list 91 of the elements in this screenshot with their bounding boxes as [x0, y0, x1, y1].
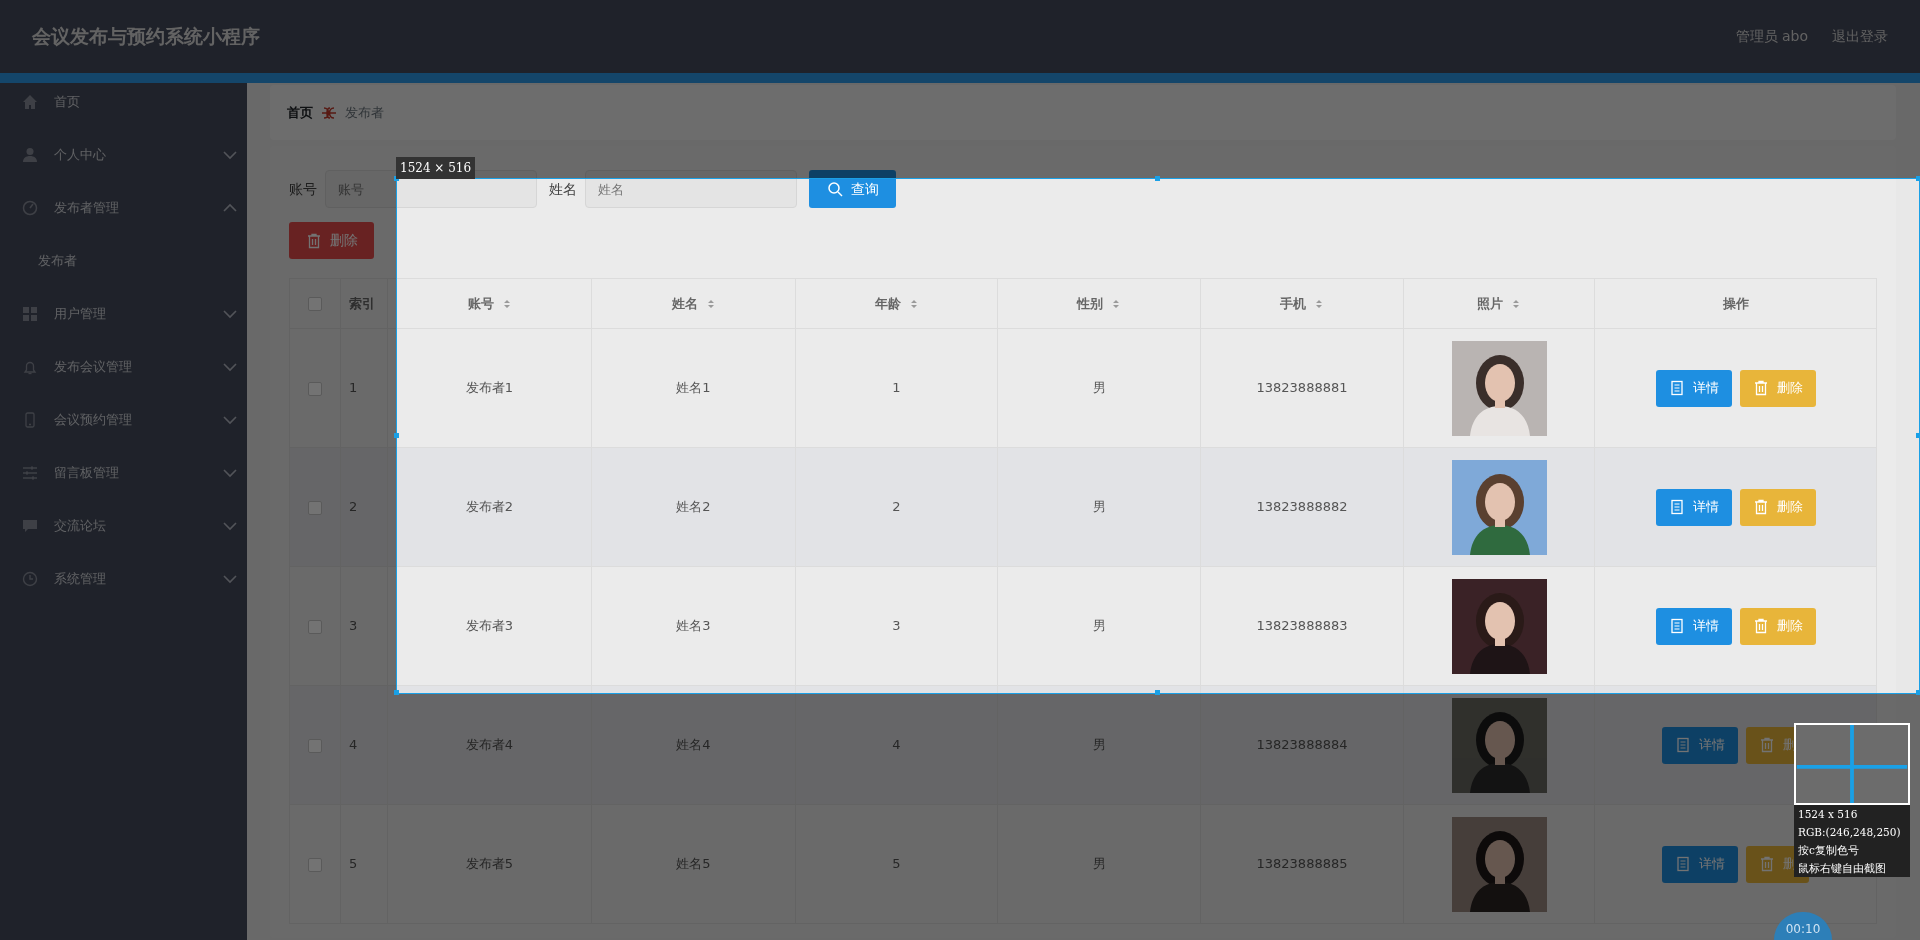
- document-icon: [1668, 618, 1685, 634]
- trash-icon: [1752, 499, 1769, 515]
- table-cell: 发布者5: [465, 856, 514, 872]
- resize-handle[interactable]: [1916, 176, 1920, 181]
- column-header[interactable]: 账号: [467, 293, 494, 314]
- magnifier-info-line: RGB:(246,248,250): [1797, 825, 1902, 840]
- clock-icon: [22, 570, 38, 587]
- table-cell: 13823888881: [1256, 380, 1348, 396]
- trash-icon: [1752, 618, 1769, 634]
- table-cell: 男: [1092, 380, 1106, 396]
- resize-handle[interactable]: [394, 690, 399, 695]
- breadcrumb-link[interactable]: 发布者: [345, 102, 384, 123]
- table-cell: 1: [892, 380, 901, 396]
- column-header[interactable]: 操作: [1722, 293, 1749, 314]
- table-cell: 发布者2: [465, 499, 514, 515]
- table-cell: 发布者3: [465, 618, 514, 634]
- resize-handle[interactable]: [1916, 433, 1920, 438]
- trash-icon: [305, 232, 322, 249]
- table-cell: 发布者1: [465, 380, 514, 396]
- trash-icon: [1759, 856, 1775, 872]
- table-cell: 1: [349, 380, 358, 396]
- detail-button[interactable]: 详情: [1662, 726, 1738, 764]
- row-checkbox[interactable]: [308, 619, 322, 634]
- resize-handle[interactable]: [394, 433, 399, 438]
- query-button[interactable]: 查询: [809, 170, 896, 208]
- delete-button[interactable]: 删除: [1739, 369, 1816, 407]
- search-field[interactable]: 姓名: [585, 170, 797, 208]
- column-header[interactable]: 姓名: [671, 293, 698, 314]
- table-cell: 姓名1: [676, 380, 711, 396]
- field-label: 姓名: [549, 179, 577, 199]
- document-icon: [1675, 737, 1691, 753]
- separator-icon: [321, 104, 337, 121]
- table-cell: 13823888883: [1256, 618, 1348, 634]
- resize-handle[interactable]: [1916, 690, 1920, 695]
- table-cell: 13823888882: [1256, 499, 1348, 515]
- delete-button[interactable]: 删除: [1739, 488, 1816, 526]
- phone-icon: [22, 411, 38, 428]
- trash-icon: [1759, 737, 1775, 753]
- column-header[interactable]: 照片: [1477, 293, 1503, 314]
- table-cell: 姓名5: [676, 856, 711, 872]
- row-checkbox[interactable]: [308, 381, 322, 396]
- table-cell: 2: [892, 499, 901, 515]
- table-cell: 2: [349, 499, 358, 515]
- selection-size-label: 1524 × 516: [396, 157, 476, 179]
- gauge-icon: [22, 199, 38, 216]
- table-cell: 男: [1092, 499, 1106, 515]
- table-cell: 男: [1092, 618, 1106, 634]
- row-checkbox[interactable]: [308, 738, 322, 753]
- delete-button[interactable]: 删除: [289, 222, 374, 259]
- table-cell: 姓名2: [676, 499, 711, 515]
- detail-button[interactable]: 详情: [1655, 369, 1732, 407]
- logout-link[interactable]: 退出登录: [1832, 26, 1888, 47]
- trash-icon: [1752, 380, 1769, 396]
- table-cell: 3: [892, 618, 901, 634]
- resize-handle[interactable]: [1155, 690, 1160, 695]
- row-checkbox[interactable]: [308, 500, 322, 515]
- detail-button[interactable]: 详情: [1655, 488, 1732, 526]
- detail-button[interactable]: 详情: [1655, 607, 1732, 645]
- column-header[interactable]: 年龄: [874, 293, 901, 314]
- field-label: 账号: [289, 179, 317, 199]
- table-cell: 5: [892, 856, 901, 872]
- table-cell: 5: [349, 856, 358, 872]
- table-cell: 4: [892, 737, 901, 753]
- document-icon: [1668, 380, 1685, 396]
- resize-handle[interactable]: [1155, 176, 1160, 181]
- table-cell: 发布者4: [465, 737, 514, 753]
- row-checkbox[interactable]: [308, 857, 322, 872]
- table-cell: 男: [1092, 737, 1106, 753]
- breadcrumb-link[interactable]: 首页: [287, 102, 313, 123]
- column-header[interactable]: 手机: [1280, 293, 1306, 314]
- magnifier-info-line: 1524 x 516: [1797, 807, 1859, 822]
- chat-icon: [22, 517, 38, 534]
- table-cell: 姓名4: [676, 737, 711, 753]
- table-cell: 13823888884: [1256, 737, 1348, 753]
- document-icon: [1675, 856, 1691, 872]
- app-title: 会议发布与预约系统小程序: [32, 24, 260, 50]
- select-all-checkbox[interactable]: [308, 297, 322, 312]
- sliders-icon: [22, 464, 38, 481]
- table-cell: 姓名3: [676, 618, 711, 634]
- delete-button[interactable]: 删除: [1739, 607, 1816, 645]
- table-cell: 4: [349, 737, 358, 753]
- table-cell: 男: [1092, 856, 1106, 872]
- grid-icon: [22, 305, 38, 322]
- table-cell: 13823888885: [1256, 856, 1348, 872]
- document-icon: [1668, 499, 1685, 515]
- table-cell: 3: [349, 618, 358, 634]
- home-icon: [22, 93, 38, 110]
- search-icon: [826, 181, 843, 197]
- column-header[interactable]: 性别: [1077, 293, 1103, 314]
- detail-button[interactable]: 详情: [1662, 845, 1738, 883]
- person-icon: [22, 146, 38, 163]
